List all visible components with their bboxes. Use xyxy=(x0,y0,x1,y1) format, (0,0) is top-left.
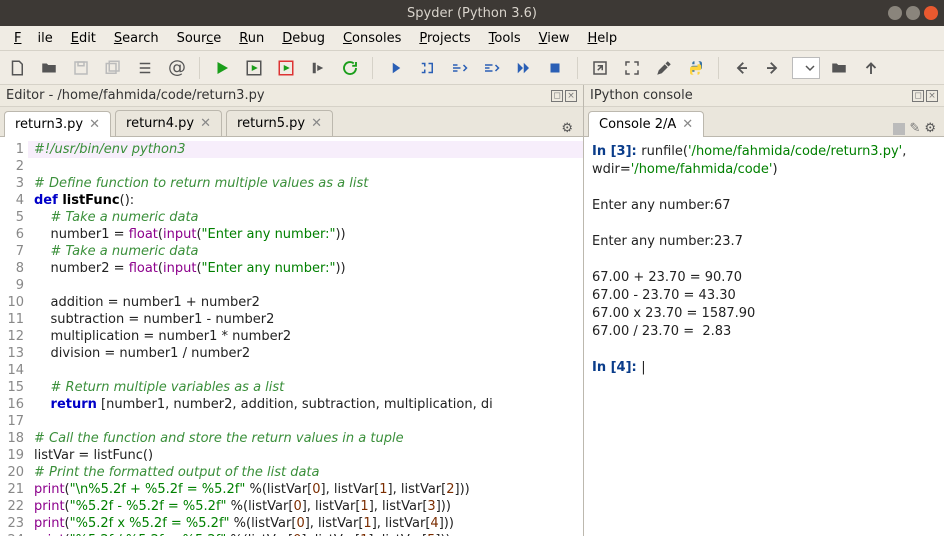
run-cell-advance-icon[interactable] xyxy=(273,55,299,81)
run-cell-icon[interactable] xyxy=(241,55,267,81)
open-file-icon[interactable] xyxy=(36,55,62,81)
menu-run[interactable]: Run xyxy=(231,28,272,49)
debug-step-over-icon[interactable] xyxy=(446,55,472,81)
tab-label: return3.py xyxy=(15,117,83,132)
back-icon[interactable] xyxy=(728,55,754,81)
menu-source[interactable]: Source xyxy=(169,28,230,49)
tab-console[interactable]: Console 2/A ✕ xyxy=(588,111,704,137)
console-header: IPython console ◻× xyxy=(584,85,944,107)
console-tabs: Console 2/A ✕ ✎ ⚙ xyxy=(584,107,944,137)
debug-stop-icon[interactable] xyxy=(542,55,568,81)
pane-popout-icon[interactable]: ◻ xyxy=(551,90,563,102)
menu-projects[interactable]: Projects xyxy=(411,28,478,49)
close-window-icon[interactable] xyxy=(924,6,938,20)
menu-view[interactable]: View xyxy=(531,28,578,49)
window-title: Spyder (Python 3.6) xyxy=(407,6,537,21)
save-icon[interactable] xyxy=(68,55,94,81)
close-icon[interactable]: ✕ xyxy=(200,116,211,131)
new-file-icon[interactable] xyxy=(4,55,30,81)
editor-tabs: return3.py ✕ return4.py ✕ return5.py ✕ ⚙ xyxy=(0,107,583,137)
tab-label: return5.py xyxy=(237,116,305,131)
tab-return5[interactable]: return5.py ✕ xyxy=(226,110,333,136)
console-edit-icon[interactable]: ✎ xyxy=(909,121,920,136)
browse-folder-icon[interactable] xyxy=(826,55,852,81)
menu-file[interactable]: File xyxy=(6,28,61,49)
close-icon[interactable]: ✕ xyxy=(682,117,693,132)
list-icon[interactable] xyxy=(132,55,158,81)
toolbar: @ xyxy=(0,51,944,85)
tab-return3[interactable]: return3.py ✕ xyxy=(4,111,111,137)
pane-close-icon[interactable]: × xyxy=(926,90,938,102)
forward-icon[interactable] xyxy=(760,55,786,81)
maximize-icon[interactable] xyxy=(906,6,920,20)
menubar: File Edit Search Source Run Debug Consol… xyxy=(0,26,944,51)
console-output[interactable]: In [3]: runfile('/home/fahmida/code/retu… xyxy=(584,137,944,536)
menu-help[interactable]: Help xyxy=(580,28,626,49)
debug-continue-icon[interactable] xyxy=(510,55,536,81)
tab-return4[interactable]: return4.py ✕ xyxy=(115,110,222,136)
tab-label: return4.py xyxy=(126,116,194,131)
close-icon[interactable]: ✕ xyxy=(311,116,322,131)
run-selection-icon[interactable] xyxy=(305,55,331,81)
minimize-icon[interactable] xyxy=(888,6,902,20)
editor-header-text: Editor - /home/fahmida/code/return3.py xyxy=(6,88,265,103)
menu-tools[interactable]: Tools xyxy=(481,28,529,49)
code-editor[interactable]: 123456789101112131415161718192021222324 … xyxy=(0,137,583,536)
fullscreen-icon[interactable] xyxy=(619,55,645,81)
menu-debug[interactable]: Debug xyxy=(274,28,333,49)
menu-search[interactable]: Search xyxy=(106,28,167,49)
editor-header: Editor - /home/fahmida/code/return3.py ◻… xyxy=(0,85,583,107)
python-icon[interactable] xyxy=(683,55,709,81)
debug-step-out-icon[interactable] xyxy=(478,55,504,81)
console-pane: IPython console ◻× Console 2/A ✕ ✎ ⚙ In [… xyxy=(584,85,944,536)
pane-popout-icon[interactable]: ◻ xyxy=(912,90,924,102)
parent-dir-icon[interactable] xyxy=(858,55,884,81)
console-options-icon[interactable]: ⚙ xyxy=(924,121,936,136)
workdir-dropdown[interactable] xyxy=(792,57,820,79)
line-gutter: 123456789101112131415161718192021222324 xyxy=(0,137,28,536)
editor-pane: Editor - /home/fahmida/code/return3.py ◻… xyxy=(0,85,584,536)
preferences-icon[interactable] xyxy=(651,55,677,81)
menu-consoles[interactable]: Consoles xyxy=(335,28,409,49)
window-titlebar: Spyder (Python 3.6) xyxy=(0,0,944,26)
tab-label: Console 2/A xyxy=(599,117,676,132)
debug-step-icon[interactable] xyxy=(382,55,408,81)
run-icon[interactable] xyxy=(209,55,235,81)
code-content[interactable]: #!/usr/bin/env python3 # Define function… xyxy=(28,137,583,536)
at-icon[interactable]: @ xyxy=(164,55,190,81)
save-all-icon[interactable] xyxy=(100,55,126,81)
menu-edit[interactable]: Edit xyxy=(63,28,104,49)
rerun-icon[interactable] xyxy=(337,55,363,81)
debug-step-into-icon[interactable] xyxy=(414,55,440,81)
close-icon[interactable]: ✕ xyxy=(89,117,100,132)
console-header-text: IPython console xyxy=(590,88,693,103)
pane-close-icon[interactable]: × xyxy=(565,90,577,102)
maximize-pane-icon[interactable] xyxy=(587,55,613,81)
tab-options-icon[interactable]: ⚙ xyxy=(555,121,579,136)
console-action-icon[interactable] xyxy=(893,123,905,135)
